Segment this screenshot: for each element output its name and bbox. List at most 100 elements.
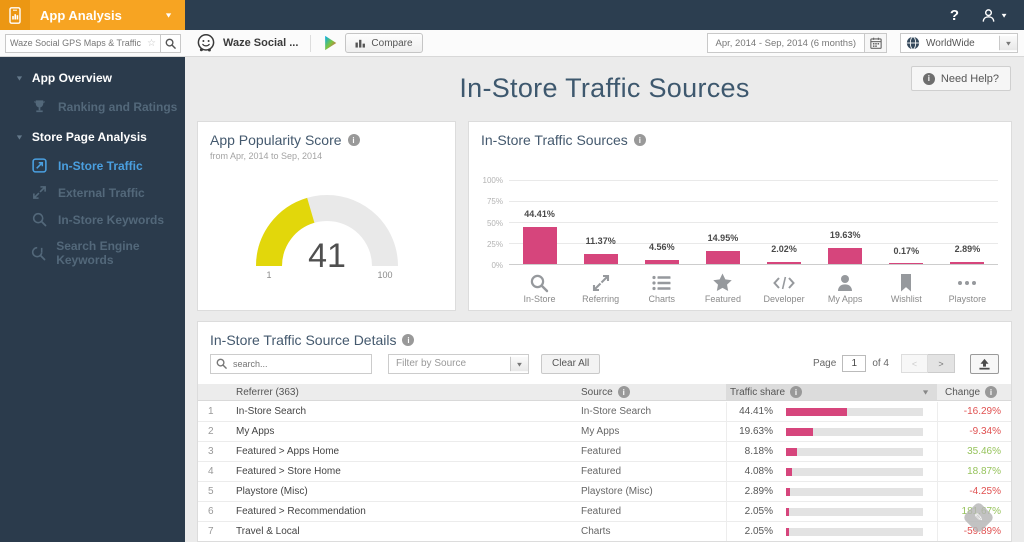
- star-icon[interactable]: ☆: [147, 38, 160, 49]
- gauge-min-label: 1: [266, 270, 271, 280]
- chart-y-axis: 100% 75% 50% 25% 0%: [473, 176, 503, 270]
- app-popularity-card: App Popularity Score i from Apr, 2014 to…: [197, 121, 456, 311]
- item-label: Search Engine Keywords: [56, 239, 140, 267]
- table-row[interactable]: 1 In-Store Search In-Store Search 44.41% -16…: [198, 402, 1011, 422]
- share-value: 19.63%: [739, 426, 773, 437]
- table-row[interactable]: 2 My Apps My Apps 19.63% -9.34%: [198, 422, 1011, 442]
- bar[interactable]: [583, 254, 618, 264]
- sidebar-item-in-store-keywords[interactable]: In-Store Keywords: [0, 206, 185, 233]
- next-page-button[interactable]: >: [928, 354, 955, 373]
- details-search-input[interactable]: [231, 357, 366, 370]
- bar[interactable]: [828, 247, 863, 264]
- app-analysis-brand[interactable]: App Analysis ▼: [0, 0, 185, 30]
- change-header[interactable]: Change i: [937, 384, 1011, 400]
- table-row[interactable]: 4 Featured > Store Home Featured 4.08% 18.87…: [198, 462, 1011, 482]
- bar[interactable]: [705, 251, 740, 264]
- selected-app-name[interactable]: Waze Social ...: [223, 37, 298, 49]
- search-button[interactable]: [161, 33, 181, 53]
- filter-by-source-select[interactable]: Filter by Source ▼: [388, 353, 529, 374]
- bar[interactable]: [950, 261, 985, 264]
- sidebar-item-in-store-traffic[interactable]: In-Store Traffic: [0, 152, 185, 179]
- bar[interactable]: [767, 262, 802, 264]
- sidebar-item-ranking-and-ratings[interactable]: Ranking and Ratings: [0, 93, 185, 120]
- bar-value-label: 14.95%: [707, 233, 739, 244]
- category-my-apps[interactable]: My Apps: [815, 266, 876, 310]
- info-icon: i: [922, 72, 935, 85]
- bar-slot: 4.56%: [631, 180, 692, 264]
- help-button[interactable]: ?: [950, 7, 959, 24]
- category-featured[interactable]: Featured: [692, 266, 753, 310]
- main-content: In-Store Traffic Sources i Need Help? Ap…: [185, 57, 1024, 542]
- row-referrer: Featured > Apps Home: [236, 446, 340, 457]
- gauge-max-label: 100: [377, 270, 392, 280]
- trophy-icon: [31, 99, 48, 114]
- table-row[interactable]: 3 Featured > Apps Home Featured 8.18% 35.46%: [198, 442, 1011, 462]
- date-range-picker[interactable]: Apr, 2014 - Sep, 2014 (6 months): [706, 33, 887, 53]
- table-row[interactable]: 7 Travel & Local Charts 2.05% -59.89%: [198, 522, 1011, 541]
- app-search: ☆: [0, 33, 185, 53]
- source-header[interactable]: Source i: [577, 386, 726, 398]
- waze-icon: [197, 34, 215, 52]
- bar[interactable]: [522, 226, 557, 264]
- info-icon[interactable]: i: [633, 134, 646, 146]
- export-button[interactable]: [970, 353, 999, 374]
- page-input[interactable]: [842, 355, 867, 372]
- info-icon[interactable]: i: [985, 386, 998, 398]
- sidebar-section-app-overview[interactable]: ▼ App Overview: [0, 61, 185, 93]
- category-playstore[interactable]: Playstore: [937, 266, 998, 310]
- y-tick-label: 25%: [486, 239, 503, 249]
- compare-button[interactable]: Compare: [345, 33, 423, 53]
- ellipsis-icon: [958, 281, 977, 285]
- sidebar-item-search-engine-keywords[interactable]: Search Engine Keywords: [0, 233, 185, 273]
- row-rank: 2: [208, 426, 214, 437]
- info-icon[interactable]: i: [790, 386, 803, 398]
- filter-dropdown-button[interactable]: ▼: [510, 356, 528, 371]
- prev-page-button[interactable]: <: [901, 354, 928, 373]
- item-label: External Traffic: [58, 185, 145, 200]
- user-menu-button[interactable]: ▼: [981, 8, 1008, 23]
- sidebar-section-store-page-analysis[interactable]: ▼ Store Page Analysis: [0, 120, 185, 152]
- bar[interactable]: [889, 262, 924, 264]
- category-referring[interactable]: Referring: [570, 266, 631, 310]
- region-select[interactable]: WorldWide ▼: [900, 33, 1018, 53]
- info-icon[interactable]: i: [617, 386, 630, 398]
- traffic-share-header[interactable]: Traffic share i ▼: [726, 384, 937, 400]
- pencil-icon: ✎: [973, 512, 984, 524]
- info-icon[interactable]: i: [347, 134, 360, 146]
- y-tick-label: 100%: [482, 176, 503, 185]
- category-in-store[interactable]: In-Store: [509, 266, 570, 310]
- app-search-input[interactable]: [6, 38, 148, 48]
- share-bar-fill: [786, 407, 847, 416]
- row-traffic-share: 2.05%: [726, 522, 937, 541]
- clear-all-button[interactable]: Clear All: [541, 353, 601, 374]
- calendar-button[interactable]: [864, 34, 886, 52]
- need-help-button[interactable]: i Need Help?: [910, 66, 1011, 91]
- row-change: -9.34%: [937, 422, 1011, 441]
- sidebar-item-external-traffic[interactable]: External Traffic: [0, 179, 185, 206]
- page-title: In-Store Traffic Sources: [459, 73, 750, 103]
- search-icon: [530, 274, 549, 293]
- bar[interactable]: [644, 260, 679, 264]
- row-rank: 4: [208, 466, 214, 477]
- item-label: In-Store Traffic: [58, 158, 143, 173]
- bar-chart-plot: 44.41% 11.37% 4.56% 14.95% 2.02% 19.63% 0.17% 2…: [509, 180, 998, 265]
- category-wishlist[interactable]: Wishlist: [876, 266, 937, 310]
- share-bar-track: [786, 527, 923, 536]
- referrer-header[interactable]: Referrer (363): [233, 387, 577, 398]
- share-bar-track: [786, 487, 923, 496]
- category-charts[interactable]: Charts: [631, 266, 692, 310]
- category-developer[interactable]: Developer: [754, 266, 815, 310]
- details-search-box: [210, 353, 372, 374]
- traffic-sources-card: In-Store Traffic Sources i 100% 75% 50% 25%…: [468, 121, 1012, 311]
- table-row[interactable]: 5 Playstore (Misc) Playstore (Misc) 2.89% -4…: [198, 482, 1011, 502]
- share-value: 2.05%: [744, 526, 773, 537]
- row-referrer: Travel & Local: [236, 526, 300, 537]
- info-icon[interactable]: i: [402, 334, 415, 346]
- list-icon: [652, 275, 671, 291]
- table-row[interactable]: 6Featured > RecommendationFeatured2.05%1…: [198, 502, 1011, 522]
- search-icon: [216, 358, 227, 369]
- chevron-down-icon: ▼: [15, 133, 24, 141]
- globe-icon: [901, 36, 920, 50]
- details-title: In-Store Traffic Source Details: [210, 332, 397, 348]
- region-dropdown-button[interactable]: ▼: [999, 35, 1017, 51]
